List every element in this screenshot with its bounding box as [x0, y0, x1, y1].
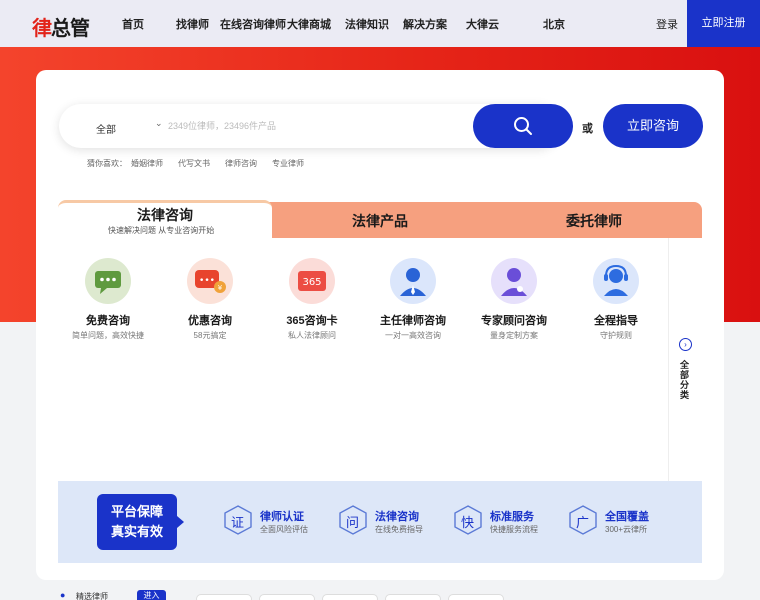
search-icon: [514, 117, 532, 135]
filter-pill[interactable]: [259, 594, 315, 600]
nav-mall[interactable]: 大律商城: [287, 16, 331, 32]
service-free-consult[interactable]: 免费咨询 简单问题，高效快捷: [58, 258, 158, 341]
headset-support-icon: [593, 258, 639, 304]
expert-advisor-icon: [491, 258, 537, 304]
logo-text: 律总管: [32, 16, 90, 40]
guarantee-glyph: 快: [461, 515, 475, 530]
hot-search-label: 猜你喜欢：: [87, 159, 127, 168]
featured-lawyers-label: 精选律师: [76, 592, 108, 600]
enter-button[interactable]: 进入: [137, 590, 166, 600]
service-subtitle: 简单问题，高效快捷: [72, 331, 144, 340]
all-categories-label[interactable]: 全部分类: [680, 360, 692, 400]
chevron-down-icon[interactable]: ⌄: [155, 118, 163, 129]
service-subtitle: 58元搞定: [193, 331, 227, 340]
register-button[interactable]: 立即注册: [687, 0, 760, 47]
service-365-card[interactable]: 365 365咨询卡 私人法律顾问: [262, 258, 362, 341]
filter-pill[interactable]: [385, 594, 441, 600]
guarantee-title: 全国覆盖: [605, 511, 649, 523]
guarantee-subtitle: 全面风险评估: [260, 525, 308, 534]
tab-legal-products[interactable]: 法律产品: [352, 211, 408, 231]
service-title: 365咨询卡: [286, 315, 338, 327]
arrow-right-icon[interactable]: ›: [679, 338, 692, 351]
nav-find-lawyer[interactable]: 找律师: [176, 16, 209, 32]
search-scope-select[interactable]: 全部: [96, 121, 116, 136]
guarantee-glyph: 广: [576, 515, 590, 530]
service-subtitle: 守护规则: [600, 331, 632, 340]
service-title: 主任律师咨询: [380, 315, 446, 327]
service-title: 优惠咨询: [188, 315, 232, 327]
nav-online-consult[interactable]: 在线咨询律师: [220, 16, 286, 32]
hot-search-item[interactable]: 律师咨询: [225, 158, 257, 169]
guarantee-title: 律师认证: [260, 511, 304, 523]
card-365-text: 365: [302, 277, 321, 288]
guarantee-glyph: 问: [346, 515, 360, 530]
search-input[interactable]: [168, 112, 458, 140]
service-expert-advisor[interactable]: 专家顾问咨询 量身定制方案: [464, 258, 564, 341]
nav-legal-knowledge[interactable]: 法律知识: [345, 16, 389, 32]
tab-legal-consult-label[interactable]: 法律咨询: [137, 205, 193, 225]
guarantee-badge: 平台保障 真实有效: [97, 494, 184, 550]
service-director-lawyer[interactable]: 主任律师咨询 一对一高效咨询: [363, 258, 463, 341]
svg-text:¥: ¥: [218, 284, 223, 292]
nav-solutions[interactable]: 解决方案: [403, 16, 447, 32]
hot-search-item[interactable]: 婚姻律师: [131, 158, 163, 169]
nav-cloud[interactable]: 大律云: [466, 16, 499, 32]
nav-home[interactable]: 首页: [122, 16, 144, 32]
card-365-icon: 365: [289, 258, 335, 304]
service-subtitle: 一对一高效咨询: [385, 331, 441, 340]
consult-now-button[interactable]: 立即咨询: [603, 104, 703, 148]
filter-pill[interactable]: [196, 594, 252, 600]
service-full-guidance[interactable]: 全程指导 守护规则: [566, 258, 666, 341]
guarantee-glyph: 证: [231, 515, 245, 530]
service-subtitle: 私人法律顾问: [288, 331, 336, 340]
hot-search-item[interactable]: 专业律师: [272, 158, 304, 169]
guarantee-title: 标准服务: [490, 511, 534, 523]
service-discount-consult[interactable]: ••• ¥ 优惠咨询 58元搞定: [160, 258, 260, 341]
filter-pill[interactable]: [448, 594, 504, 600]
login-link[interactable]: 登录: [656, 16, 678, 32]
nav-city-selector[interactable]: 北京: [543, 16, 565, 32]
tab-legal-consult-subtitle: 快速解决问题 从专业咨询开始: [108, 226, 215, 235]
lawyer-icon: ●: [60, 590, 66, 600]
service-title: 免费咨询: [86, 315, 130, 327]
tab-hire-lawyer[interactable]: 委托律师: [566, 211, 622, 231]
guarantee-subtitle: 快捷服务流程: [490, 525, 538, 534]
search-button[interactable]: [473, 104, 573, 148]
service-title: 专家顾问咨询: [481, 315, 547, 327]
or-label: 或: [582, 123, 593, 135]
guarantee-title: 法律咨询: [375, 511, 419, 523]
guarantee-subtitle: 300+云律所: [605, 525, 648, 534]
guarantee-subtitle: 在线免费指导: [375, 525, 423, 534]
chat-bubble-icon: [85, 258, 131, 304]
filter-pill[interactable]: [322, 594, 378, 600]
discount-chat-icon: ••• ¥: [187, 258, 233, 304]
svg-text:•••: •••: [199, 276, 215, 286]
service-subtitle: 量身定制方案: [490, 331, 538, 340]
lawyer-director-icon: [390, 258, 436, 304]
hot-search-item[interactable]: 代写文书: [178, 158, 210, 169]
site-logo[interactable]: 律总管: [32, 12, 90, 41]
service-title: 全程指导: [594, 315, 638, 327]
